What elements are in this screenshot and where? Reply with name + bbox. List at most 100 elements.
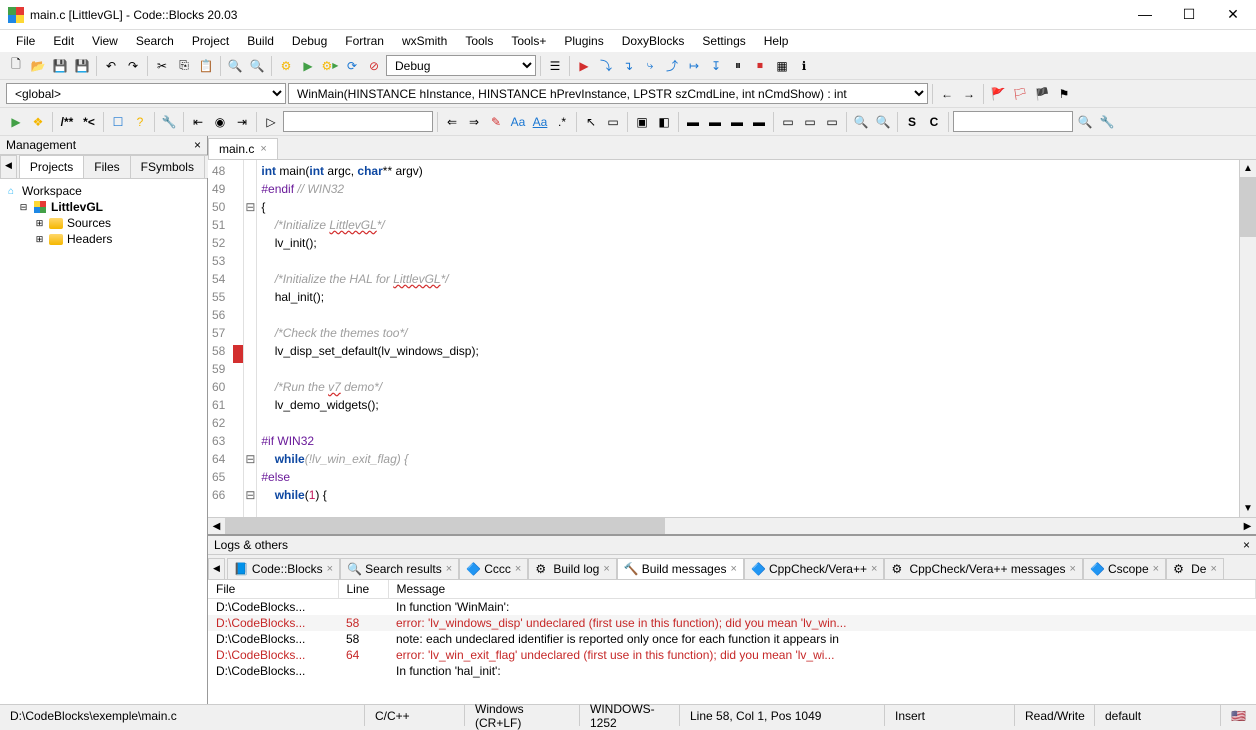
logs-tab-buildmessages[interactable]: 🔨Build messages× [617, 558, 744, 579]
comment2-icon[interactable]: ▭ [800, 112, 820, 132]
management-tab-files[interactable]: Files [83, 155, 130, 178]
goto-input[interactable] [953, 111, 1073, 132]
toggle2-icon[interactable]: ◧ [654, 112, 674, 132]
replace-icon[interactable]: 🔍 [247, 56, 267, 76]
logs-col-file[interactable]: File [208, 580, 338, 599]
fold-column[interactable]: ⊟⊟⊟ [243, 160, 257, 517]
step-into-icon[interactable]: ⤷ [640, 56, 660, 76]
jump-fwd-icon[interactable]: ⇥ [232, 112, 252, 132]
log-row[interactable]: D:\CodeBlocks...58note: each undeclared … [208, 631, 1256, 647]
break-icon[interactable]: ⏸ [728, 56, 748, 76]
redo-icon[interactable]: ↷ [123, 56, 143, 76]
match-case-icon[interactable]: Aa [508, 112, 528, 132]
dox-run-icon[interactable]: ▶ [6, 112, 26, 132]
bookmark-prev-icon[interactable]: 🏳 [1010, 84, 1030, 104]
code-text[interactable]: int main(int argc, char** argv)#endif //… [257, 160, 1239, 517]
find-icon[interactable]: 🔍 [225, 56, 245, 76]
tree-workspace[interactable]: ⌂ Workspace [4, 183, 203, 199]
close-icon[interactable]: × [327, 563, 333, 575]
save-icon[interactable]: 💾 [50, 56, 70, 76]
goto-search-icon[interactable]: 🔍 [1075, 112, 1095, 132]
undo-icon[interactable]: ↶ [101, 56, 121, 76]
source-s-icon[interactable]: S [902, 112, 922, 132]
rebuild-icon[interactable]: ⟳ [342, 56, 362, 76]
toggle1-icon[interactable]: ▣ [632, 112, 652, 132]
hl-next-icon[interactable]: ⇒ [464, 112, 484, 132]
h-scroll-thumb[interactable] [225, 518, 665, 534]
editor-tab-mainc[interactable]: main.c × [208, 138, 278, 159]
info-icon[interactable]: ℹ [794, 56, 814, 76]
inc-search-arrow-icon[interactable]: ▷ [261, 112, 281, 132]
nav-back-icon[interactable]: ← [937, 84, 957, 104]
jump-back-icon[interactable]: ⇤ [188, 112, 208, 132]
scope-select[interactable]: <global> [6, 83, 286, 104]
code-view[interactable]: 48495051525354555657585960616263646566 ⊟… [208, 160, 1256, 517]
expand-icon[interactable]: ⊞ [34, 218, 45, 229]
close-icon[interactable]: × [603, 563, 609, 575]
comment3-icon[interactable]: ▭ [822, 112, 842, 132]
step-instr-icon[interactable]: ↧ [706, 56, 726, 76]
logs-col-line[interactable]: Line [338, 580, 388, 599]
menu-edit[interactable]: Edit [45, 32, 82, 50]
tree-project[interactable]: ⊟ LittlevGL [4, 199, 203, 215]
v-scroll-thumb[interactable] [1240, 177, 1256, 237]
logs-tab-searchresults[interactable]: 🔍Search results× [340, 558, 459, 579]
close-icon[interactable]: × [1153, 563, 1159, 575]
editor-h-scrollbar[interactable]: ◀ ▶ [208, 517, 1256, 534]
cut-icon[interactable]: ✂ [152, 56, 172, 76]
tree-folder-sources[interactable]: ⊞ Sources [4, 215, 203, 231]
management-tab-projects[interactable]: Projects [19, 155, 84, 178]
scroll-left-icon[interactable]: ◀ [208, 521, 225, 532]
run-icon[interactable]: ▶ [298, 56, 318, 76]
bookmark-next-icon[interactable]: 🏴 [1032, 84, 1052, 104]
dox-chm-icon[interactable]: ? [130, 112, 150, 132]
symbol-select[interactable]: WinMain(HINSTANCE hInstance, HINSTANCE h… [288, 83, 928, 104]
goto-opts-icon[interactable]: 🔧 [1097, 112, 1117, 132]
tree-folder-headers[interactable]: ⊞ Headers [4, 231, 203, 247]
next-line-icon[interactable]: ↴ [618, 56, 638, 76]
show-targets-icon[interactable]: ☰ [545, 56, 565, 76]
menu-view[interactable]: View [84, 32, 126, 50]
paste-icon[interactable]: 📋 [196, 56, 216, 76]
menu-debug[interactable]: Debug [284, 32, 335, 50]
build-target-select[interactable]: Debug [386, 55, 536, 76]
logs-tab-codeblocks[interactable]: 📘Code::Blocks× [227, 558, 340, 579]
logs-tab-de[interactable]: ⚙De× [1166, 558, 1224, 579]
run-to-cursor-icon[interactable]: ⤵ [596, 56, 616, 76]
close-icon[interactable]: × [260, 143, 266, 155]
close-icon[interactable]: × [446, 563, 452, 575]
close-icon[interactable]: × [515, 563, 521, 575]
new-file-icon[interactable]: 🗋 [6, 56, 26, 76]
source-c-icon[interactable]: C [924, 112, 944, 132]
menu-project[interactable]: Project [184, 32, 237, 50]
close-button[interactable]: ✕ [1218, 6, 1248, 23]
menu-settings[interactable]: Settings [694, 32, 753, 50]
hl-prev-icon[interactable]: ⇐ [442, 112, 462, 132]
dox-html-icon[interactable]: ☐ [108, 112, 128, 132]
regex-icon[interactable]: .* [552, 112, 572, 132]
panel4-icon[interactable]: ▬ [749, 112, 769, 132]
maximize-button[interactable]: ☐ [1174, 6, 1204, 23]
menu-plugins[interactable]: Plugins [556, 32, 611, 50]
zoom-out-icon[interactable]: 🔍 [873, 112, 893, 132]
management-tab-fsymbols[interactable]: FSymbols [130, 155, 205, 178]
scroll-down-icon[interactable]: ▼ [1240, 500, 1256, 517]
close-icon[interactable]: × [731, 563, 737, 575]
scroll-up-icon[interactable]: ▲ [1240, 160, 1256, 177]
log-row[interactable]: D:\CodeBlocks...In function 'hal_init': [208, 663, 1256, 679]
expand-icon[interactable]: ⊟ [18, 202, 29, 213]
close-icon[interactable]: × [1070, 563, 1076, 575]
build-run-icon[interactable]: ⚙▶ [320, 56, 340, 76]
panel2-icon[interactable]: ▬ [705, 112, 725, 132]
whole-word-icon[interactable]: Aa [530, 112, 550, 132]
editor-v-scrollbar[interactable]: ▲ ▼ [1239, 160, 1256, 517]
menu-help[interactable]: Help [756, 32, 797, 50]
logs-tab-cscope[interactable]: 🔷Cscope× [1083, 558, 1166, 579]
select-tool-icon[interactable]: ↖ [581, 112, 601, 132]
zoom-in-icon[interactable]: 🔍 [851, 112, 871, 132]
management-tab-left-icon[interactable]: ◀ [0, 155, 17, 178]
logs-tab-cccc[interactable]: 🔷Cccc× [459, 558, 528, 579]
hl-color-icon[interactable]: ✎ [486, 112, 506, 132]
menu-doxyblocks[interactable]: DoxyBlocks [614, 32, 693, 50]
abort-icon[interactable]: ⊘ [364, 56, 384, 76]
